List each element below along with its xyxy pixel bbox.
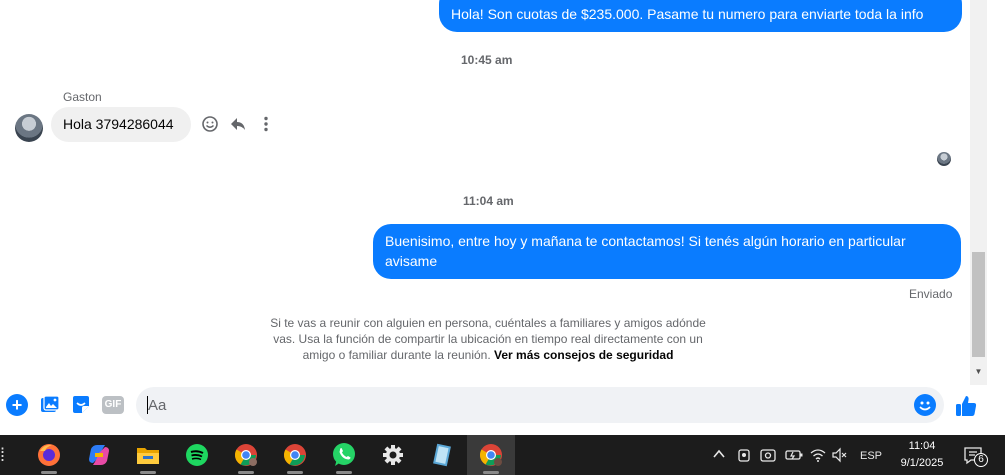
message-input[interactable] bbox=[136, 387, 944, 423]
copilot-icon[interactable] bbox=[85, 441, 113, 469]
smiley-icon[interactable] bbox=[200, 114, 220, 134]
outgoing-message-bubble[interactable]: Buenisimo, entre hoy y mañana te contact… bbox=[373, 224, 961, 279]
reply-icon[interactable] bbox=[228, 114, 248, 134]
whatsapp-icon[interactable] bbox=[330, 441, 358, 474]
screen-capture-icon[interactable] bbox=[760, 447, 776, 467]
windows-taskbar: ⁞ ESP 11:04 9/1/2025 6 bbox=[0, 435, 1005, 475]
photo-icon[interactable] bbox=[39, 394, 61, 416]
notepad-icon[interactable] bbox=[428, 441, 456, 469]
scroll-down-arrow-icon[interactable]: ▼ bbox=[973, 365, 984, 379]
language-indicator[interactable]: ESP bbox=[860, 448, 882, 464]
sticker-icon[interactable] bbox=[70, 394, 92, 416]
battery-icon[interactable] bbox=[785, 447, 803, 467]
incoming-message-bubble[interactable]: Hola 3794286044 bbox=[51, 107, 191, 142]
outgoing-message-bubble[interactable]: Hola! Son cuotas de $235.000. Pasame tu … bbox=[439, 0, 962, 32]
thumbs-up-icon[interactable] bbox=[953, 393, 979, 419]
plus-icon[interactable]: + bbox=[6, 394, 28, 416]
start-menu-icon[interactable]: ⁞ bbox=[0, 445, 8, 465]
safety-tips-link[interactable]: Ver más consejos de seguridad bbox=[494, 348, 673, 362]
message-status: Enviado bbox=[909, 287, 953, 301]
chat-area: Hola! Son cuotas de $235.000. Pasame tu … bbox=[0, 0, 970, 385]
clock-date[interactable]: 9/1/2025 bbox=[895, 455, 949, 471]
message-timestamp: 11:04 am bbox=[463, 194, 514, 208]
notification-count-badge: 6 bbox=[974, 453, 988, 467]
clock-time[interactable]: 11:04 bbox=[900, 438, 944, 454]
avatar[interactable] bbox=[15, 114, 43, 142]
settings-icon[interactable] bbox=[379, 441, 407, 469]
scrollbar-thumb[interactable] bbox=[972, 252, 985, 357]
volume-muted-icon[interactable] bbox=[832, 447, 848, 467]
firefox-icon[interactable] bbox=[35, 441, 63, 474]
more-options-icon[interactable] bbox=[256, 114, 276, 134]
scrollbar[interactable]: ▼ bbox=[970, 0, 987, 385]
sender-name: Gaston bbox=[63, 90, 102, 104]
message-timestamp: 10:45 am bbox=[461, 53, 513, 67]
chrome-icon[interactable] bbox=[281, 441, 309, 474]
chrome-active-icon[interactable] bbox=[477, 441, 505, 474]
spotify-icon[interactable] bbox=[183, 441, 211, 469]
chrome-profile-icon[interactable] bbox=[232, 441, 260, 474]
chevron-up-icon[interactable] bbox=[712, 447, 726, 465]
gif-icon[interactable]: GIF bbox=[102, 396, 124, 414]
wifi-icon[interactable] bbox=[810, 447, 826, 467]
notifications-icon[interactable]: 6 bbox=[963, 445, 988, 467]
read-receipt-avatar bbox=[937, 152, 951, 166]
text-cursor bbox=[147, 396, 148, 414]
safety-notice: Si te vas a reunir con alguien en person… bbox=[258, 315, 718, 363]
file-explorer-icon[interactable] bbox=[134, 441, 162, 474]
message-composer: + GIF bbox=[0, 385, 987, 433]
meet-now-icon[interactable] bbox=[737, 447, 751, 467]
emoji-icon[interactable] bbox=[914, 394, 936, 416]
